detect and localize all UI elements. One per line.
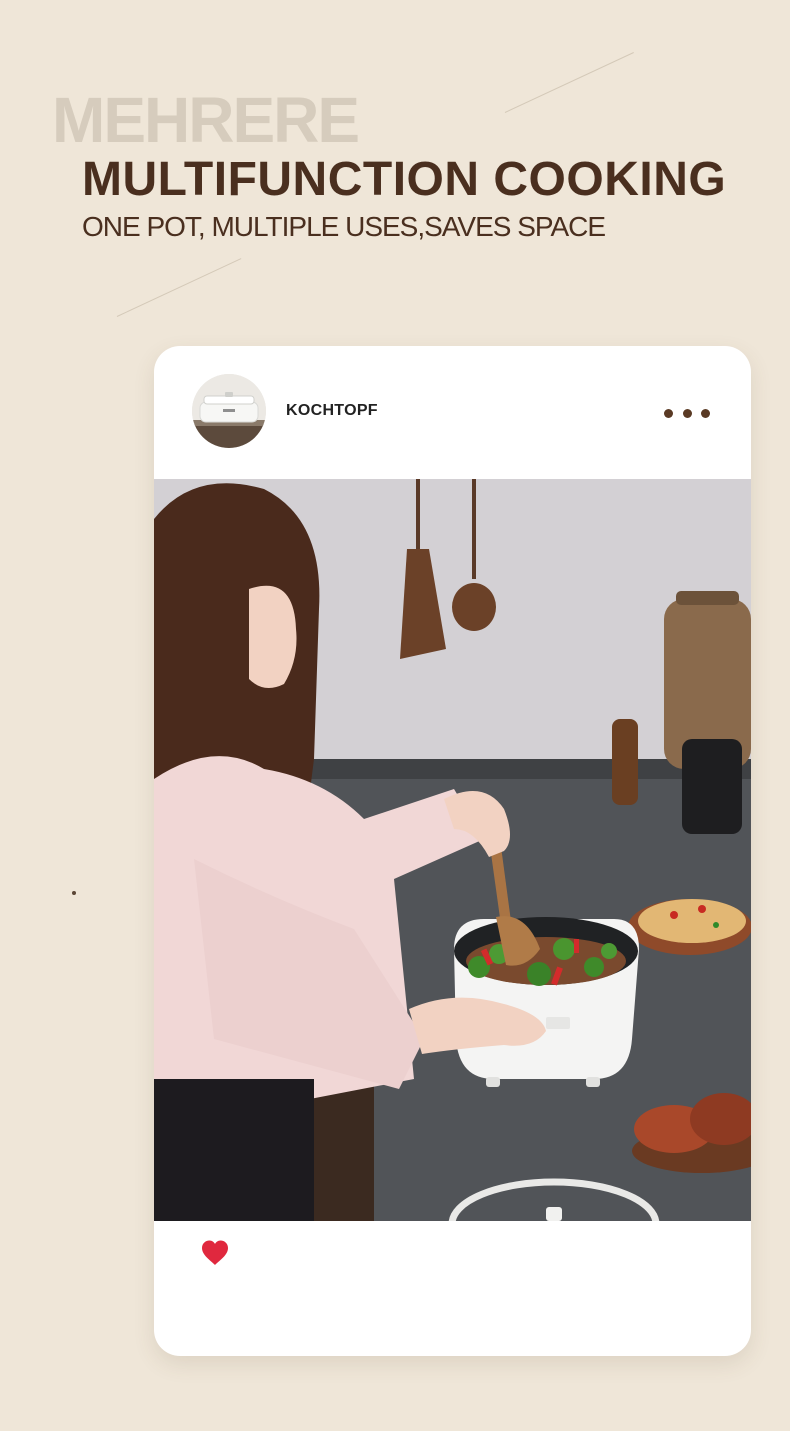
decorative-line-bottom	[116, 258, 242, 317]
more-options-button[interactable]	[660, 398, 714, 428]
more-dots-icon	[664, 408, 673, 418]
more-dots-icon	[701, 408, 710, 418]
heart-icon	[202, 1240, 228, 1265]
page-title: MULTIFUNCTION COOKING	[82, 153, 727, 206]
cooking-pot-thumbnail-icon	[192, 374, 266, 448]
page-subtitle: ONE POT, MULTIPLE USES,SAVES SPACE	[82, 211, 606, 242]
social-post-card: KOCHTOPF	[154, 346, 751, 1356]
post-photo	[154, 479, 751, 1221]
avatar[interactable]	[192, 374, 266, 448]
kitchen-cooking-scene	[154, 479, 751, 1221]
decorative-dot	[72, 891, 76, 895]
brand-watermark: MEHRERE	[52, 84, 360, 156]
more-dots-icon	[682, 408, 692, 418]
like-button[interactable]	[200, 1239, 230, 1267]
decorative-line-top	[504, 52, 634, 113]
post-username[interactable]: KOCHTOPF	[286, 402, 378, 420]
